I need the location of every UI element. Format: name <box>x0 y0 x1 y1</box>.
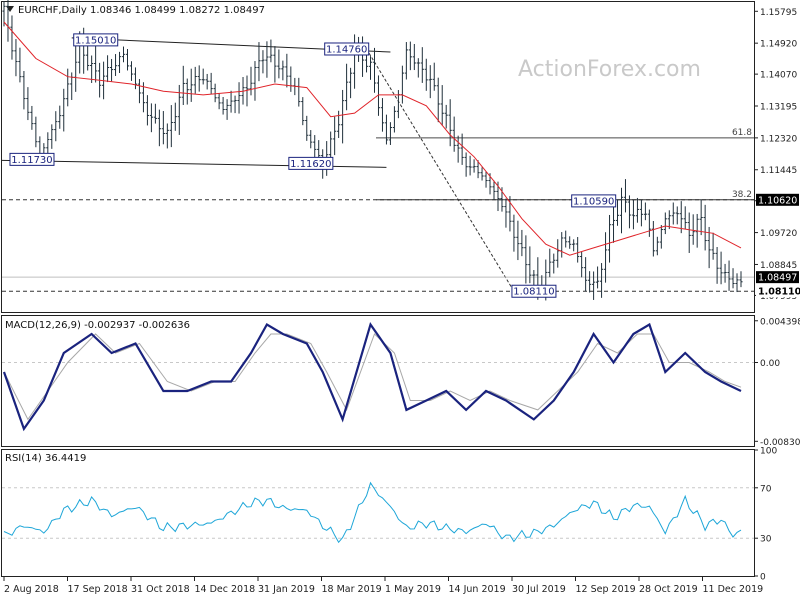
price-annotation: 1.14760 <box>324 42 370 56</box>
rsi-tick-label: 70 <box>760 484 772 494</box>
price-tick-label: 1.14070 <box>760 71 797 81</box>
macd-tick-label: 0.004398 <box>760 317 800 327</box>
price-annotation: 1.08110 <box>511 284 557 298</box>
rsi-title: RSI(14) 36.4419 <box>5 453 86 464</box>
watermark: ActionForex.com <box>518 57 701 82</box>
time-tick-label: 11 Dec 2019 <box>703 584 764 595</box>
macd-tick-label: 0.00 <box>760 359 780 369</box>
fib-level-label: 61.8 <box>732 128 752 138</box>
time-tick-label: 14 Dec 2018 <box>195 584 256 595</box>
price-tick-label: 1.13195 <box>760 103 797 113</box>
rsi-tick-label: 100 <box>760 447 777 457</box>
price-tag-label: 1.08497 <box>758 273 797 284</box>
time-tick-label: 31 Oct 2018 <box>131 584 190 595</box>
time-tick-label: 17 Sep 2018 <box>68 584 128 595</box>
time-tick-label: 12 Sep 2019 <box>576 584 636 595</box>
price-tick-label: 1.12320 <box>760 134 797 144</box>
annotation-label: 1.10590 <box>573 196 614 207</box>
time-tick-label: 2 Aug 2018 <box>4 584 59 595</box>
annotation-label: 1.11730 <box>11 155 52 166</box>
annotation-label: 1.15010 <box>75 35 116 46</box>
macd-title: MACD(12,26,9) -0.002937 -0.002636 <box>5 320 190 331</box>
price-tick-label: 1.11445 <box>760 166 797 176</box>
time-tick-label: 14 Jun 2019 <box>449 584 506 595</box>
symbol-title: EURCHF,Daily <box>18 5 87 16</box>
time-tick-label: 18 Mar 2019 <box>322 584 382 595</box>
trading-chart: ActionForex.com EURCHF,Daily 1.08346 1.0… <box>0 0 800 600</box>
time-tick-label: 28 Oct 2019 <box>639 584 698 595</box>
price-tag: 1.10620 <box>756 193 799 206</box>
annotation-label: 1.14760 <box>326 44 367 55</box>
rsi-tick-label: 30 <box>760 535 772 545</box>
price-annotation: 1.11730 <box>9 152 55 166</box>
time-tick-label: 31 Jan 2019 <box>258 584 315 595</box>
price-annotation: 1.15010 <box>73 33 119 47</box>
annotation-label: 1.08110 <box>513 287 554 298</box>
time-tick-label: 30 Jul 2019 <box>512 584 566 595</box>
annotation-label: 1.11620 <box>290 159 331 170</box>
price-tag: 1.08497 <box>756 271 799 284</box>
price-tick-label: 1.15795 <box>760 8 797 18</box>
price-annotation: 1.11620 <box>288 156 334 170</box>
time-tick-label: 1 May 2019 <box>385 584 441 595</box>
price-panel-header: EURCHF,Daily 1.08346 1.08499 1.08272 1.0… <box>6 5 265 16</box>
rsi-tick-label: 0 <box>760 573 766 583</box>
price-tick-label: 1.09720 <box>760 229 797 239</box>
fib-level-label: 38.2 <box>732 190 752 200</box>
price-tag-label: 1.08110 <box>758 287 800 298</box>
price-annotation: 1.10590 <box>571 194 617 208</box>
price-tick-label: 1.08845 <box>760 261 797 271</box>
price-tick-label: 1.14920 <box>760 40 797 50</box>
price-tag-label: 1.10620 <box>758 195 797 206</box>
price-tag: 1.08110 <box>756 285 800 298</box>
ohlc-readout: 1.08346 1.08499 1.08272 1.08497 <box>90 5 265 16</box>
